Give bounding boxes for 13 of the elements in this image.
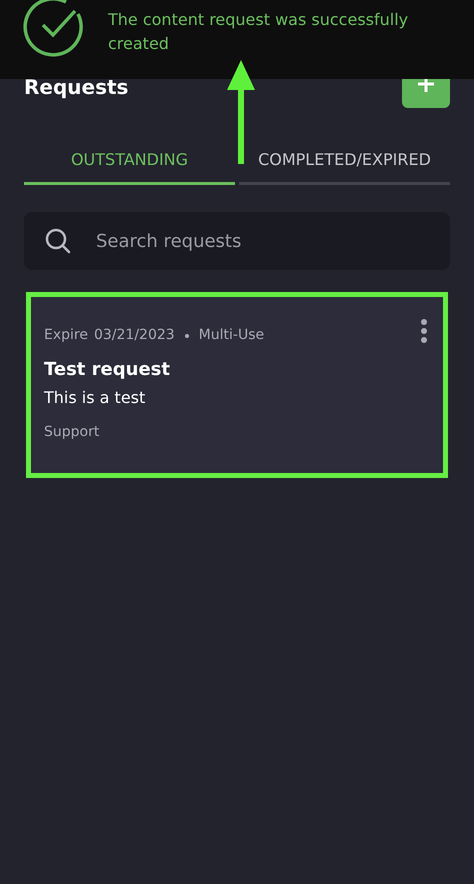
page-title: Requests [24, 74, 128, 100]
request-card[interactable]: Expire 03/21/2023 Multi-Use Test request This is a test Support [26, 292, 448, 478]
tab[interactable]: OUTSTANDING [24, 148, 235, 185]
expire-label: Expire [44, 326, 88, 345]
search-field[interactable]: Search requests [24, 212, 450, 270]
request-description: This is a test [44, 387, 146, 409]
expire-date: 03/21/2023 [94, 326, 175, 345]
search-icon [44, 227, 72, 255]
toast-message: The content request was successfully created [108, 9, 410, 55]
request-title: Test request [44, 358, 171, 382]
usage-type: Multi-Use [198, 326, 264, 345]
more-options-button[interactable] [420, 319, 428, 343]
request-category: Support [44, 423, 100, 442]
